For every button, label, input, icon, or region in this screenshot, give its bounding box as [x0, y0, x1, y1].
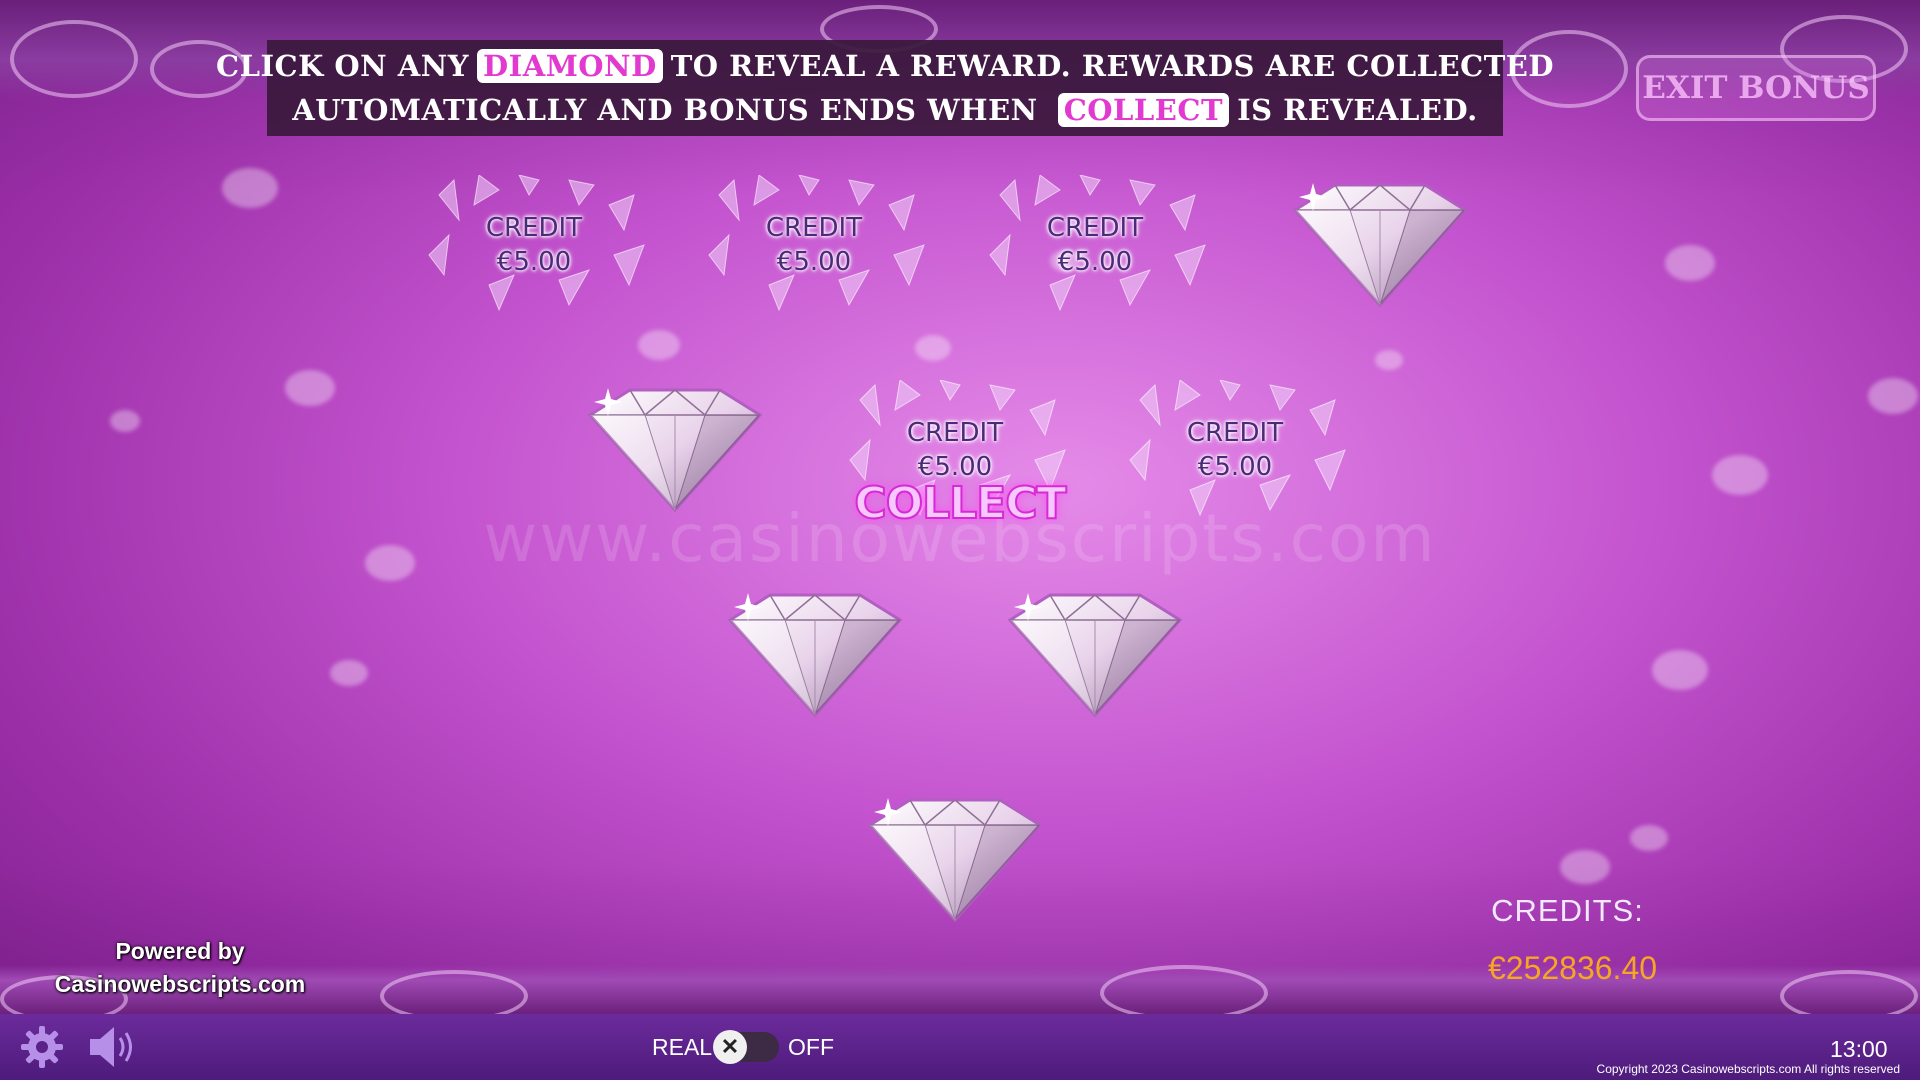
diamond-icon[interactable]: [560, 380, 790, 520]
diamond-tile[interactable]: [700, 585, 930, 725]
bokeh-light: [1560, 850, 1610, 884]
diamond-icon[interactable]: [700, 585, 930, 725]
bokeh-light: [1652, 650, 1708, 690]
credits-label: CREDITS:: [1491, 893, 1644, 928]
collect-highlight: COLLECT: [1057, 93, 1230, 127]
diamond-icon[interactable]: [1265, 175, 1495, 315]
diamond-tile[interactable]: [560, 380, 790, 520]
diamond-highlight: DIAMOND: [476, 49, 663, 83]
gear-icon[interactable]: [20, 1025, 64, 1069]
reward-type-label: CREDIT: [765, 213, 863, 243]
exit-bonus-button[interactable]: EXIT BONUS: [1636, 55, 1876, 121]
reward-amount-label: €5.00: [776, 247, 852, 277]
bokeh-light: [285, 370, 335, 406]
powered-by-line1: Powered by: [115, 938, 245, 964]
bokeh-light: [638, 330, 680, 360]
credits-value: €252836.40: [1487, 950, 1658, 986]
diamond-tile: CREDIT €5.00: [980, 174, 1210, 315]
instruction-text: CLICK ON ANY: [215, 49, 469, 83]
bokeh-light: [915, 335, 951, 361]
bokeh-light: [1665, 245, 1715, 281]
bokeh-light: [330, 660, 368, 686]
instruction-text: AUTOMATICALLY AND BONUS ENDS WHEN: [292, 93, 1038, 127]
diamond-tile[interactable]: [840, 790, 1070, 930]
reward-type-label: CREDIT: [1186, 418, 1284, 448]
real-mode-toggle[interactable]: ✕: [713, 1030, 779, 1064]
instruction-banner: CLICK ON ANY DIAMOND TO REVEAL A REWARD. R…: [216, 40, 1554, 136]
powered-by: Powered by Casinowebscripts.com: [50, 935, 310, 1001]
bokeh-light: [1375, 350, 1403, 370]
mode-off-label: OFF: [788, 1034, 834, 1060]
ornament-swirl: [10, 20, 138, 98]
bokeh-light: [1630, 825, 1668, 851]
diamond-icon[interactable]: [980, 585, 1210, 725]
instruction-line-1: CLICK ON ANY DIAMOND TO REVEAL A REWARD. R…: [216, 44, 1554, 88]
bokeh-light: [1712, 455, 1768, 495]
diamond-tile: CREDIT €5.00: [1120, 379, 1350, 520]
clock: 13:00: [1830, 1036, 1888, 1062]
diamond-icon[interactable]: [840, 790, 1070, 930]
reward-type-label: CREDIT: [485, 213, 583, 243]
toggle-x-icon: ✕: [713, 1030, 747, 1064]
diamond-tile: CREDIT €5.00: [699, 174, 929, 315]
instruction-text: TO REVEAL A REWARD. REWARDS ARE COLLECTE…: [670, 49, 1555, 83]
bokeh-light: [110, 410, 140, 432]
reward-type-label: CREDIT: [906, 418, 1004, 448]
powered-by-line2: Casinowebscripts.com: [54, 971, 306, 997]
speaker-icon[interactable]: [86, 1024, 140, 1070]
copyright: Copyright 2023 Casinowebscripts.com All …: [1596, 1062, 1900, 1076]
reward-amount-label: €5.00: [1197, 452, 1273, 482]
bokeh-light: [222, 168, 278, 208]
reward-amount-label: €5.00: [496, 247, 572, 277]
bokeh-light: [1868, 378, 1918, 414]
instruction-text: IS REVEALED.: [1237, 93, 1478, 127]
diamond-tile[interactable]: [1265, 175, 1495, 315]
ornament-swirl: [1100, 965, 1268, 1021]
mode-real-label: REAL: [652, 1034, 713, 1060]
collect-result-text: COLLECT: [853, 477, 1067, 530]
reward-type-label: CREDIT: [1046, 213, 1144, 243]
reward-amount-label: €5.00: [1057, 247, 1133, 277]
diamond-tile[interactable]: [980, 585, 1210, 725]
instruction-line-2: AUTOMATICALLY AND BONUS ENDS WHEN COLLECT…: [292, 88, 1477, 132]
diamond-tile: CREDIT €5.00: [419, 174, 649, 315]
